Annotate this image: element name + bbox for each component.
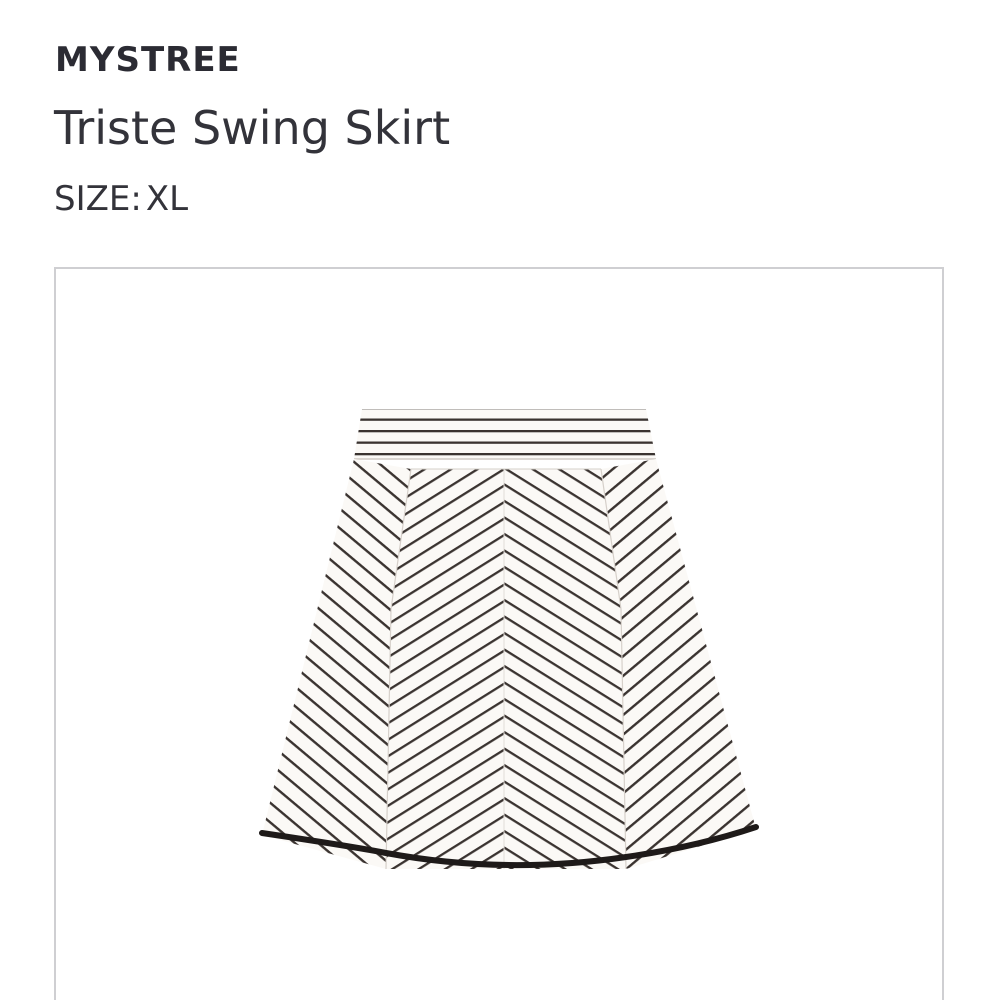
size-value: XL <box>145 179 189 219</box>
striped-skirt-icon <box>259 409 759 870</box>
size-label: SIZE: <box>54 179 142 219</box>
size-info: SIZE: XL <box>54 176 188 222</box>
product-title: Triste Swing Skirt <box>54 101 451 155</box>
brand-name: MYSTREE <box>55 40 241 80</box>
product-image-frame[interactable] <box>54 267 944 1000</box>
